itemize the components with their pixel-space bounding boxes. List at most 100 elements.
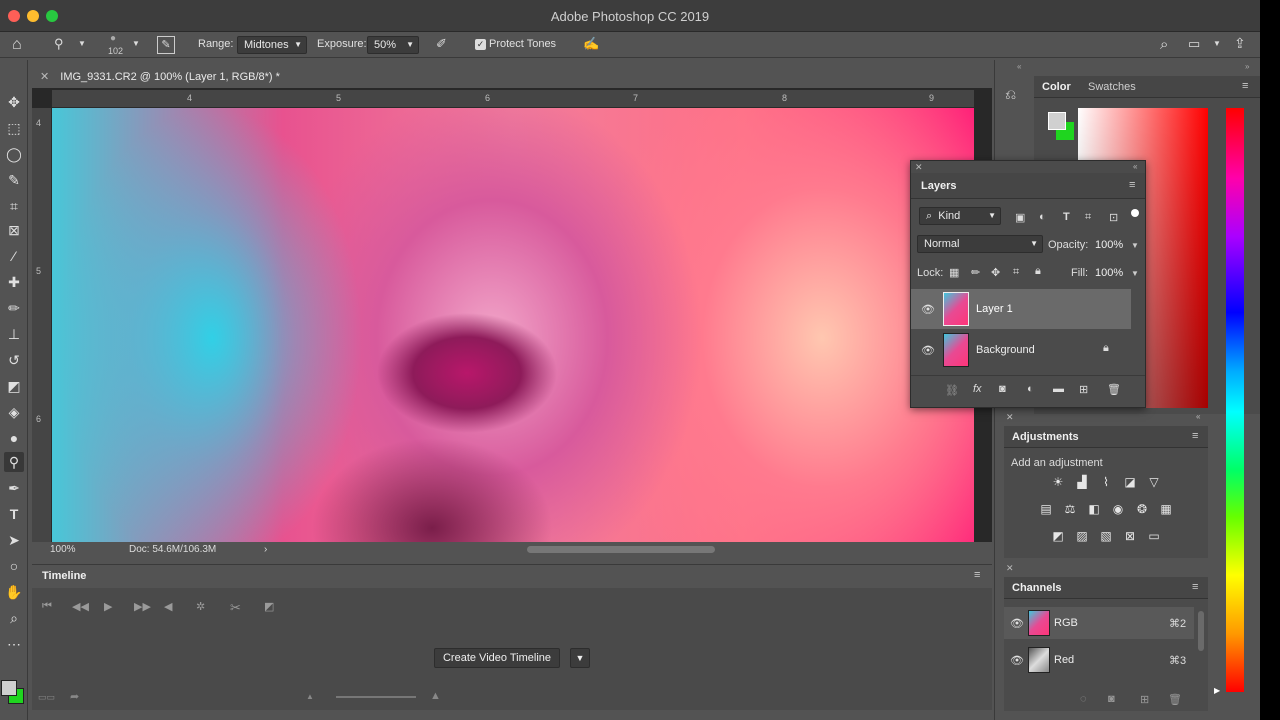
timeline-zoom-large-icon[interactable]: ▲ (430, 690, 441, 702)
healing-brush-tool-icon[interactable]: ✚ (4, 272, 24, 292)
film-icon[interactable]: ▭▭ (38, 692, 55, 703)
chevron-down-icon[interactable]: ▼ (1131, 269, 1139, 278)
filter-shape-icon[interactable]: ⌗ (1085, 211, 1091, 224)
eyedropper-tool-icon[interactable]: ⁄ (4, 246, 24, 266)
frame-tool-icon[interactable]: ⊠ (4, 220, 24, 240)
lock-artboard-icon[interactable]: ⌗ (1013, 266, 1019, 279)
marquee-tool-icon[interactable]: ⬚ (4, 118, 24, 138)
eye-icon[interactable]: 👁︎ (1010, 654, 1024, 667)
curves-icon[interactable]: ⌇ (1098, 475, 1114, 489)
horizontal-scrollbar-thumb[interactable] (527, 546, 715, 553)
blur-tool-icon[interactable]: ● (4, 428, 24, 448)
zoom-level[interactable]: 100% (50, 544, 76, 555)
document-tab[interactable]: ✕ IMG_9331.CR2 @ 100% (Layer 1, RGB/8*) … (32, 64, 302, 88)
new-group-icon[interactable]: ▬ (1053, 383, 1064, 395)
channel-mixer-icon[interactable]: ❂ (1134, 502, 1150, 516)
panel-menu-icon[interactable]: ≡ (1192, 581, 1198, 593)
channels-title[interactable]: Channels (1012, 582, 1062, 594)
add-mask-icon[interactable]: ◙ (999, 383, 1006, 395)
timeline-zoom-slider[interactable] (336, 696, 416, 698)
next-frame-icon[interactable]: ▶▶ (134, 600, 151, 613)
zoom-tool-icon[interactable]: ⌕ (4, 608, 24, 628)
history-icon[interactable]: ⎌ (1005, 86, 1016, 103)
eraser-tool-icon[interactable]: ◩ (4, 376, 24, 396)
exposure-input[interactable]: 50% ▼ (367, 36, 419, 54)
dodge-tool-icon[interactable]: ⚲ (4, 452, 24, 472)
color-balance-icon[interactable]: ⚖ (1062, 502, 1078, 516)
channel-row[interactable]: 👁︎ RGB ⌘2 (1004, 607, 1194, 639)
convert-icon[interactable]: ➦ (70, 690, 79, 703)
home-icon[interactable]: ⌂ (12, 37, 22, 53)
hue-spectrum-slider[interactable] (1226, 108, 1244, 692)
collapse-panel-icon[interactable]: « (1196, 412, 1200, 421)
doc-size-info[interactable]: Doc: 54.6M/106.3M (129, 544, 216, 555)
timeline-zoom-small-icon[interactable]: ▲ (306, 692, 314, 701)
black-white-icon[interactable]: ◧ (1086, 502, 1102, 516)
posterize-icon[interactable]: ▨ (1074, 529, 1090, 543)
channel-row[interactable]: 👁︎ Red ⌘3 (1004, 644, 1194, 676)
panel-menu-icon[interactable]: ≡ (1192, 430, 1198, 442)
pressure-icon[interactable]: ✍ (583, 37, 599, 50)
swatches-tab[interactable]: Swatches (1088, 81, 1136, 93)
play-icon[interactable]: ▶ (104, 600, 112, 613)
chevron-down-icon[interactable]: ▼ (1131, 241, 1139, 250)
filter-toggle-icon[interactable] (1131, 209, 1139, 217)
expand-panels-icon[interactable]: » (1245, 62, 1249, 71)
audio-icon[interactable]: ◀ (164, 600, 172, 613)
ellipse-tool-icon[interactable]: ○ (4, 556, 24, 576)
history-brush-tool-icon[interactable]: ↺ (4, 350, 24, 370)
filter-adjustment-icon[interactable]: ◐ (1039, 211, 1046, 223)
exposure-icon[interactable]: ◪ (1122, 475, 1138, 489)
link-layers-icon[interactable]: ⛓ (945, 384, 959, 397)
lock-all-icon[interactable]: 🔒︎ (1035, 265, 1041, 278)
color-lookup-icon[interactable]: ▦ (1158, 502, 1174, 516)
brush-settings-icon[interactable]: ✎ (157, 36, 175, 54)
paint-bucket-tool-icon[interactable]: ◈ (4, 402, 24, 422)
vibrance-icon[interactable]: ▽ (1146, 475, 1162, 489)
filter-kind-dropdown[interactable]: ⌕ Kind ▼ (919, 207, 1001, 225)
transition-icon[interactable]: ◩ (264, 600, 274, 613)
photo-filter-icon[interactable]: ◉ (1110, 502, 1126, 516)
chevron-down-icon[interactable]: ▼ (78, 40, 86, 48)
delete-channel-icon[interactable]: 🗑︎ (1168, 693, 1182, 706)
create-video-timeline-button[interactable]: Create Video Timeline (434, 648, 560, 668)
first-frame-icon[interactable]: ⏮ (42, 600, 52, 613)
brush-tool-icon[interactable]: ✏ (4, 298, 24, 318)
chevron-down-icon[interactable]: ▼ (1213, 40, 1221, 48)
selective-color-icon[interactable]: ⊠ (1122, 529, 1138, 543)
panel-menu-icon[interactable]: ≡ (974, 569, 980, 581)
timeline-options-dropdown[interactable]: ▼ (570, 648, 590, 668)
gear-icon[interactable]: ✲ (196, 600, 205, 613)
lasso-tool-icon[interactable]: ◯ (4, 144, 24, 164)
eye-icon[interactable]: 👁︎ (921, 344, 935, 357)
clone-stamp-tool-icon[interactable]: ⊥ (4, 324, 24, 344)
delete-layer-icon[interactable]: 🗑︎ (1107, 383, 1121, 396)
filter-type-icon[interactable]: T (1063, 211, 1070, 223)
gradient-map-icon[interactable]: ▭ (1146, 529, 1162, 543)
fill-value[interactable]: 100% (1095, 267, 1123, 279)
new-adjustment-icon[interactable]: ◐ (1027, 383, 1034, 395)
color-panel-expand-icon[interactable]: ▶ (1214, 686, 1220, 695)
brightness-contrast-icon[interactable]: ☀ (1050, 475, 1066, 489)
new-channel-icon[interactable]: ⊞ (1140, 693, 1149, 706)
checkbox-checked-icon[interactable]: ✓ (475, 39, 486, 50)
save-selection-icon[interactable]: ◙ (1108, 693, 1115, 705)
eye-icon[interactable]: 👁︎ (921, 303, 935, 316)
filter-smart-object-icon[interactable]: ⊡ (1109, 211, 1118, 224)
type-tool-icon[interactable]: T (4, 504, 24, 524)
layer-row[interactable]: 👁︎ Layer 1 (911, 289, 1131, 329)
brush-preview-icon[interactable]: ● (110, 34, 116, 44)
search-icon[interactable]: ⌕ (1160, 37, 1168, 52)
airbrush-icon[interactable]: ✐ (436, 37, 447, 50)
hand-tool-icon[interactable]: ✋ (4, 582, 24, 602)
path-selection-tool-icon[interactable]: ➤ (4, 530, 24, 550)
hue-saturation-icon[interactable]: ▤ (1038, 502, 1054, 516)
color-tab[interactable]: Color (1042, 81, 1071, 93)
layers-title[interactable]: Layers (921, 180, 956, 192)
adjustments-title[interactable]: Adjustments (1012, 431, 1079, 443)
pen-tool-icon[interactable]: ✒ (4, 478, 24, 498)
lock-transparent-icon[interactable]: ▦ (949, 266, 959, 279)
load-selection-icon[interactable]: ◌ (1080, 693, 1087, 705)
collapse-panel-icon[interactable]: « (1133, 162, 1137, 171)
crop-tool-icon[interactable]: ⌗ (4, 196, 24, 216)
